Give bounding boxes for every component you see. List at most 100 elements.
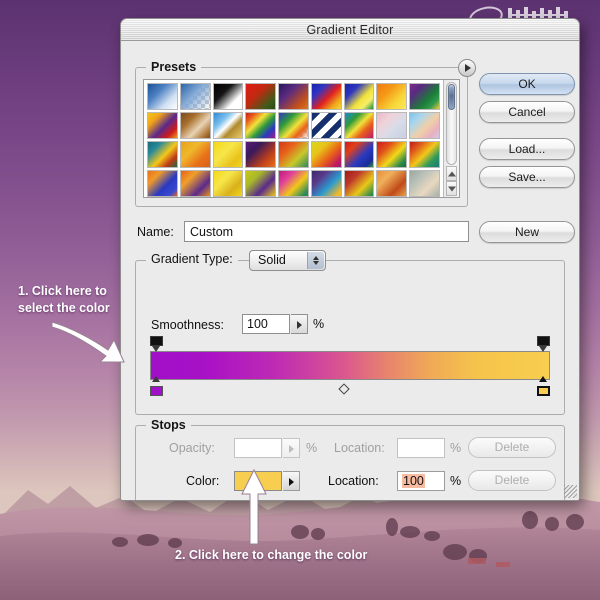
gradient-preview-bar[interactable] (150, 351, 550, 380)
dialog-title: Gradient Editor (121, 19, 579, 41)
preset-swatch[interactable] (344, 141, 375, 168)
resize-grip-icon[interactable] (564, 485, 577, 498)
preset-swatch[interactable] (180, 83, 211, 110)
preset-swatch[interactable] (311, 141, 342, 168)
opacity-stop-end[interactable] (537, 336, 550, 349)
preset-swatch[interactable] (376, 141, 407, 168)
scrollbar-track[interactable] (446, 82, 457, 165)
color-stop-chip (150, 386, 163, 396)
stop-pointer-icon (152, 376, 160, 382)
preset-swatch[interactable] (376, 112, 407, 139)
triangle-right-icon[interactable] (291, 314, 308, 334)
ok-button[interactable]: OK (479, 73, 575, 95)
opacity-stop-start[interactable] (150, 336, 163, 349)
annotation-one: 1. Click here to select the color (18, 283, 128, 317)
preset-swatch[interactable] (409, 170, 440, 197)
opacity-unit: % (306, 437, 317, 459)
gradient-type-value: Solid (258, 253, 286, 267)
color-stop-row: Color: Location: 100 % Delete (136, 470, 564, 492)
annotation-one-arrow-icon (50, 318, 128, 368)
preset-swatch[interactable] (245, 112, 276, 139)
opacity-stop-row: Opacity: % Location: % Delete (136, 437, 564, 459)
scrollbar-thumb[interactable] (448, 84, 455, 110)
preset-swatch[interactable] (147, 170, 178, 197)
preset-swatch[interactable] (278, 112, 309, 139)
color-location-value: 100 (402, 474, 425, 488)
presets-menu-icon[interactable] (458, 59, 476, 77)
preset-swatch[interactable] (213, 83, 244, 110)
gradient-type-label: Gradient Type: (146, 252, 238, 266)
name-label: Name: (137, 225, 174, 239)
preset-swatch[interactable] (409, 141, 440, 168)
color-label: Color: (186, 470, 219, 492)
preset-swatch-grid[interactable] (144, 80, 443, 197)
preset-swatch[interactable] (376, 170, 407, 197)
preset-swatch[interactable] (213, 170, 244, 197)
preset-swatch[interactable] (147, 141, 178, 168)
new-button[interactable]: New (479, 221, 575, 243)
annotation-two-arrow-icon (238, 468, 272, 546)
triangle-right-icon[interactable] (283, 471, 300, 491)
preset-swatch[interactable] (311, 170, 342, 197)
preset-swatch[interactable] (311, 83, 342, 110)
triangle-up-icon[interactable] (446, 166, 457, 181)
preset-swatch[interactable] (213, 141, 244, 168)
opacity-stop-chip (150, 336, 163, 346)
cancel-button[interactable]: Cancel (479, 101, 575, 123)
preset-swatch[interactable] (376, 83, 407, 110)
preset-swatch[interactable] (278, 83, 309, 110)
preset-swatch[interactable] (344, 170, 375, 197)
name-input[interactable]: Custom (184, 221, 469, 242)
color-location-input[interactable]: 100 (397, 471, 445, 491)
stepper-updown-icon[interactable] (307, 252, 324, 269)
preset-swatch[interactable] (311, 112, 342, 139)
smoothness-input[interactable]: 100 (242, 314, 290, 334)
preset-swatch[interactable] (180, 141, 211, 168)
gradient-type-group: Gradient Type: Solid Smoothness: 100 % (135, 260, 565, 415)
preset-swatch[interactable] (409, 112, 440, 139)
color-stop-start[interactable] (150, 382, 163, 395)
opacity-location-unit: % (450, 437, 461, 459)
opacity-location-input (397, 438, 445, 458)
color-stop-end-selected[interactable] (537, 382, 550, 395)
stop-pointer-icon (539, 346, 547, 352)
smoothness-label: Smoothness: (151, 318, 224, 332)
diamond-icon[interactable] (338, 383, 349, 394)
gradient-editor-dialog: Gradient Editor Presets (120, 18, 580, 501)
preset-swatch[interactable] (278, 141, 309, 168)
smoothness-unit: % (313, 317, 324, 331)
color-location-unit: % (450, 470, 461, 492)
color-stop-chip (537, 386, 550, 396)
preset-swatch[interactable] (344, 112, 375, 139)
presets-scrollbar[interactable] (443, 80, 459, 197)
dialog-body: Presets OK Cancel Load... Save... (121, 41, 579, 500)
preset-swatch[interactable] (180, 112, 211, 139)
preset-swatch[interactable] (344, 83, 375, 110)
preset-swatch[interactable] (147, 83, 178, 110)
preset-swatch[interactable] (245, 170, 276, 197)
preset-swatch[interactable] (213, 112, 244, 139)
save-button[interactable]: Save... (479, 166, 575, 188)
presets-group: Presets (135, 67, 468, 207)
annotation-two: 2. Click here to change the color (175, 548, 367, 562)
opacity-input (234, 438, 282, 458)
gradient-type-select[interactable]: Solid (249, 250, 326, 271)
opacity-location-label: Location: (334, 437, 385, 459)
stop-pointer-icon (539, 376, 547, 382)
preset-swatch[interactable] (245, 141, 276, 168)
preset-swatch[interactable] (278, 170, 309, 197)
preset-swatch[interactable] (147, 112, 178, 139)
load-button[interactable]: Load... (479, 138, 575, 160)
preset-swatch[interactable] (180, 170, 211, 197)
dialog-titlebar[interactable]: Gradient Editor (121, 19, 579, 41)
stops-legend: Stops (146, 418, 191, 432)
stop-pointer-icon (152, 346, 160, 352)
preset-swatch[interactable] (245, 83, 276, 110)
triangle-down-icon[interactable] (446, 181, 457, 196)
presets-legend: Presets (146, 60, 201, 74)
opacity-delete-button: Delete (468, 437, 556, 458)
opacity-stop-chip (537, 336, 550, 346)
preset-swatch[interactable] (409, 83, 440, 110)
triangle-right-icon (283, 438, 300, 458)
color-location-label: Location: (328, 470, 379, 492)
